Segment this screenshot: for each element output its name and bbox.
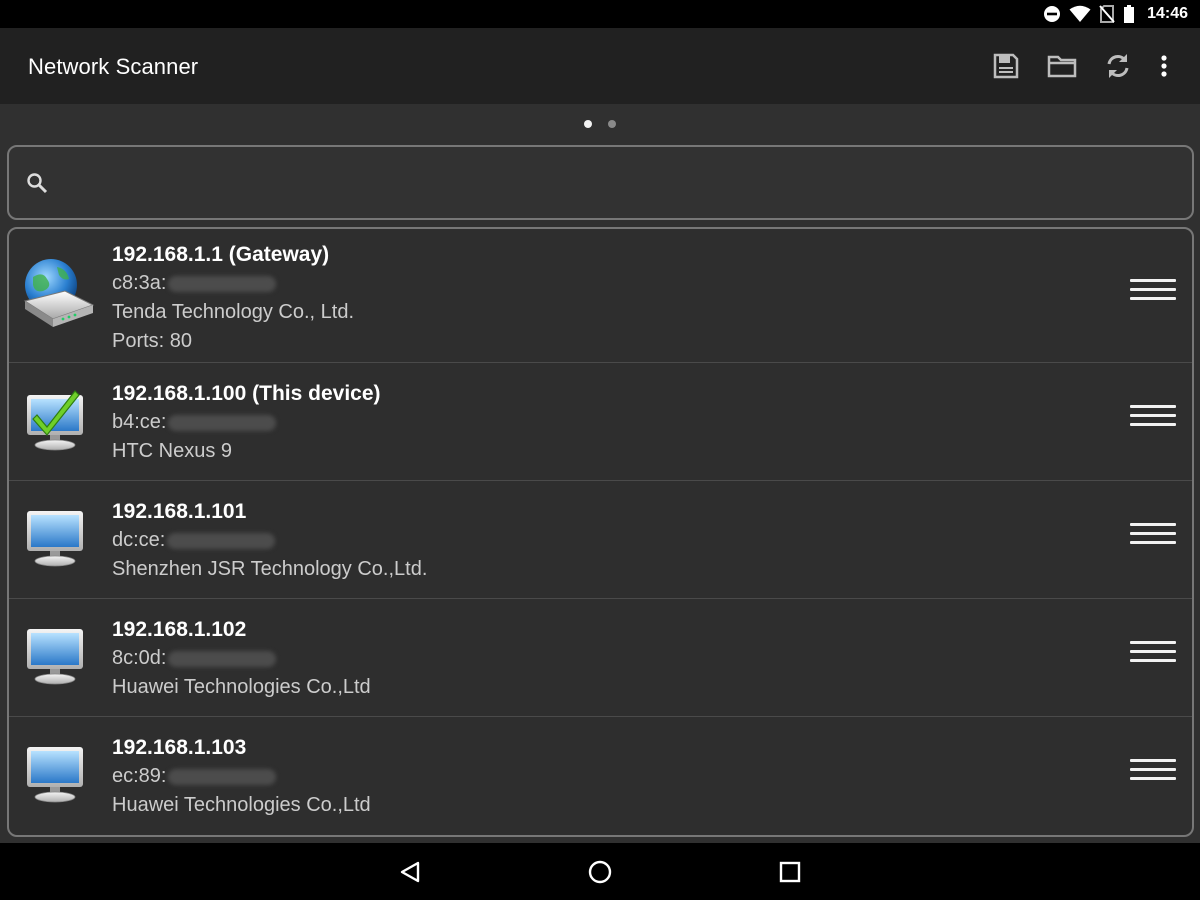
home-button[interactable] — [585, 857, 615, 887]
recents-button[interactable] — [775, 857, 805, 887]
device-ip: 192.168.1.101 — [112, 500, 247, 523]
mac-prefix: 8c:0d: — [112, 647, 167, 669]
drag-handle-icon[interactable] — [1130, 279, 1176, 303]
drag-handle-icon[interactable] — [1130, 641, 1176, 665]
mac-redacted — [168, 414, 277, 431]
device-ip: 192.168.1.103 — [112, 736, 247, 759]
drag-handle-icon[interactable] — [1130, 523, 1176, 547]
device-info: 192.168.1.1 (Gateway) c8:3a: Tenda Techn… — [112, 240, 354, 356]
mac-redacted — [168, 275, 277, 292]
refresh-button[interactable] — [1090, 46, 1146, 86]
toolbar-actions — [978, 46, 1182, 86]
device-ip: 192.168.1.102 — [112, 618, 247, 641]
search-box[interactable] — [7, 145, 1194, 220]
device-vendor: Tenda Technology Co., Ltd. — [112, 301, 355, 323]
device-ip: 192.168.1.1 (Gateway) — [112, 243, 330, 266]
search-input[interactable] — [65, 163, 1165, 203]
device-row[interactable]: 192.168.1.101 dc:ce: Shenzhen JSR Techno… — [9, 481, 1192, 599]
device-ports: Ports: 80 — [112, 330, 193, 352]
status-bar: 14:46 — [0, 0, 1200, 28]
device-info: 192.168.1.101 dc:ce: Shenzhen JSR Techno… — [112, 497, 427, 584]
status-icons: 14:46 — [1043, 4, 1188, 24]
mac-prefix: c8:3a: — [112, 272, 167, 294]
do-not-disturb-icon — [1044, 6, 1061, 22]
back-icon — [400, 861, 420, 883]
monitor-icon — [27, 511, 83, 567]
device-mac: c8:3a: — [112, 269, 354, 298]
save-icon — [993, 53, 1019, 79]
device-row[interactable]: 192.168.1.102 8c:0d: Huawei Technologies… — [9, 599, 1192, 717]
device-vendor: Huawei Technologies Co.,Ltd — [112, 676, 371, 698]
back-button[interactable] — [395, 857, 425, 887]
device-vendor: HTC Nexus 9 — [112, 440, 233, 462]
app-title: Network Scanner — [28, 54, 199, 79]
recents-icon — [779, 861, 801, 883]
mac-prefix: ec:89: — [112, 765, 167, 787]
refresh-icon — [1107, 54, 1129, 78]
navigation-bar — [0, 843, 1200, 900]
mac-prefix: dc:ce: — [112, 529, 166, 551]
device-vendor: Shenzhen JSR Technology Co.,Ltd. — [112, 558, 428, 580]
page-dot-1[interactable] — [584, 120, 592, 128]
device-row[interactable]: 192.168.1.100 (This device) b4:ce: HTC N… — [9, 363, 1192, 481]
device-list: 192.168.1.1 (Gateway) c8:3a: Tenda Techn… — [7, 227, 1194, 837]
clock: 14:46 — [1147, 5, 1188, 22]
device-info: 192.168.1.100 (This device) b4:ce: HTC N… — [112, 379, 381, 466]
search-icon — [27, 173, 48, 194]
mac-redacted — [168, 650, 277, 667]
page-indicator — [0, 104, 1200, 144]
device-row[interactable]: 192.168.1.103 ec:89: Huawei Technologies… — [9, 717, 1192, 835]
mac-redacted — [167, 532, 276, 549]
device-ip: 192.168.1.100 (This device) — [112, 382, 381, 405]
device-mac: ec:89: — [112, 762, 371, 791]
drag-handle-icon[interactable] — [1130, 405, 1176, 429]
save-button[interactable] — [978, 46, 1034, 86]
folder-icon — [1047, 55, 1077, 78]
overflow-menu-button[interactable] — [1146, 46, 1182, 86]
device-row[interactable]: 192.168.1.1 (Gateway) c8:3a: Tenda Techn… — [9, 229, 1192, 363]
device-info: 192.168.1.102 8c:0d: Huawei Technologies… — [112, 615, 371, 702]
wifi-icon — [1069, 5, 1091, 22]
no-sim-icon — [1099, 5, 1115, 23]
device-mac: 8c:0d: — [112, 644, 371, 673]
monitor-check-icon — [27, 390, 83, 451]
app-bar: Network Scanner — [0, 28, 1200, 104]
page-dot-2[interactable] — [608, 120, 616, 128]
overflow-menu-icon — [1161, 55, 1167, 77]
device-vendor: Huawei Technologies Co.,Ltd — [112, 794, 371, 816]
battery-icon — [1124, 5, 1135, 23]
open-folder-button[interactable] — [1034, 46, 1090, 86]
router-globe-icon — [23, 259, 95, 327]
home-icon — [588, 860, 612, 884]
mac-redacted — [168, 768, 277, 785]
monitor-icon — [27, 747, 83, 803]
device-mac: dc:ce: — [112, 526, 427, 555]
mac-prefix: b4:ce: — [112, 411, 167, 433]
monitor-icon — [27, 629, 83, 685]
device-info: 192.168.1.103 ec:89: Huawei Technologies… — [112, 733, 371, 820]
device-mac: b4:ce: — [112, 408, 381, 437]
drag-handle-icon[interactable] — [1130, 759, 1176, 783]
